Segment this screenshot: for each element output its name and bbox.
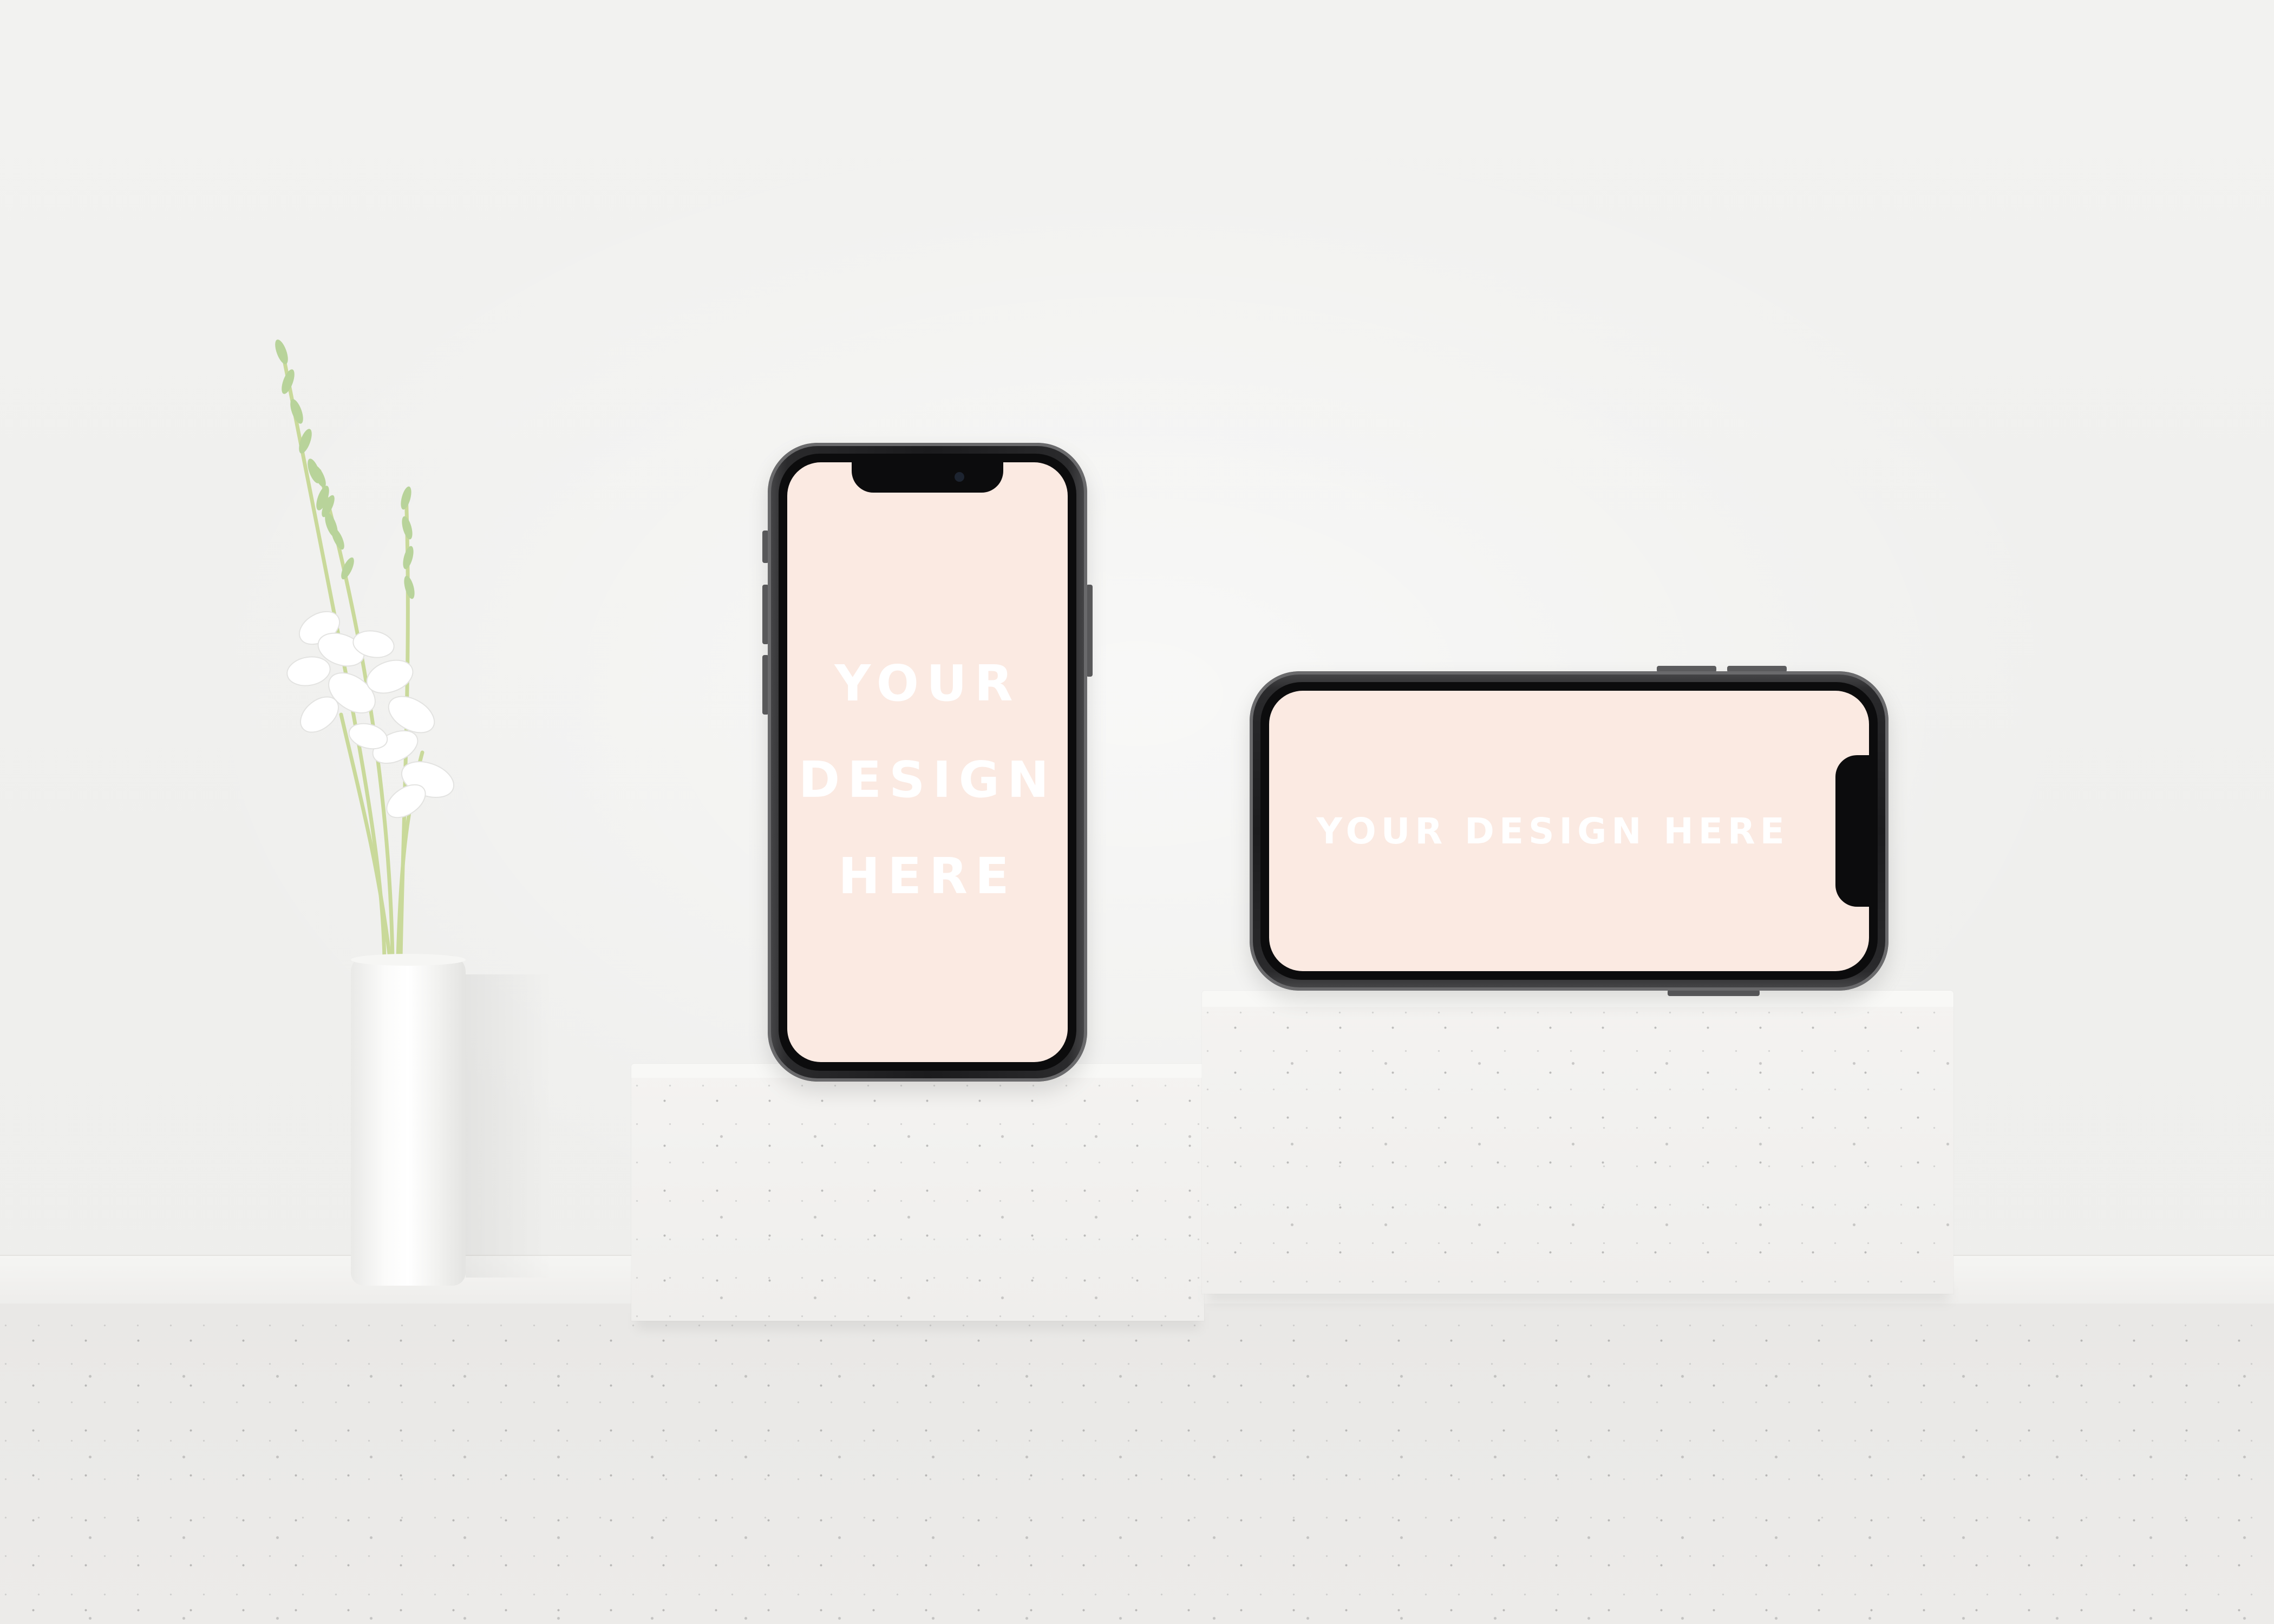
- phone-screen-landscape: YOUR DESIGN HERE: [1269, 691, 1869, 971]
- block-texture: [1202, 991, 1953, 1294]
- countertop-front: [0, 1304, 2274, 1624]
- placeholder-line: DESIGN: [798, 751, 1057, 809]
- vase-rim: [351, 954, 466, 966]
- block-top: [1202, 991, 1953, 1007]
- phone-portrait: YOUR DESIGN HERE: [768, 443, 1087, 1082]
- phone-notch: [1835, 755, 1869, 907]
- camera-icon: [955, 472, 964, 482]
- placeholder-line: HERE: [838, 847, 1017, 905]
- phone-notch: [852, 462, 1003, 493]
- mockup-scene: YOUR DESIGN HERE YOUR DESIGN HERE: [0, 0, 2274, 1624]
- countertop-front-texture: [0, 1304, 2274, 1624]
- white-vase: [351, 955, 466, 1286]
- placeholder-line: YOUR: [834, 654, 1021, 712]
- placeholder-text: YOUR DESIGN HERE: [1316, 810, 1789, 852]
- phone-screen-portrait: YOUR DESIGN HERE: [787, 462, 1068, 1062]
- stone-block-right: [1202, 991, 1953, 1294]
- block-texture: [631, 1064, 1204, 1321]
- placeholder-text: YOUR DESIGN HERE: [787, 636, 1068, 925]
- white-flower-stems-icon: [275, 339, 455, 960]
- stone-block-left: [631, 1064, 1204, 1321]
- phone-landscape: YOUR DESIGN HERE: [1250, 671, 1889, 991]
- vase-shadow: [466, 974, 552, 1278]
